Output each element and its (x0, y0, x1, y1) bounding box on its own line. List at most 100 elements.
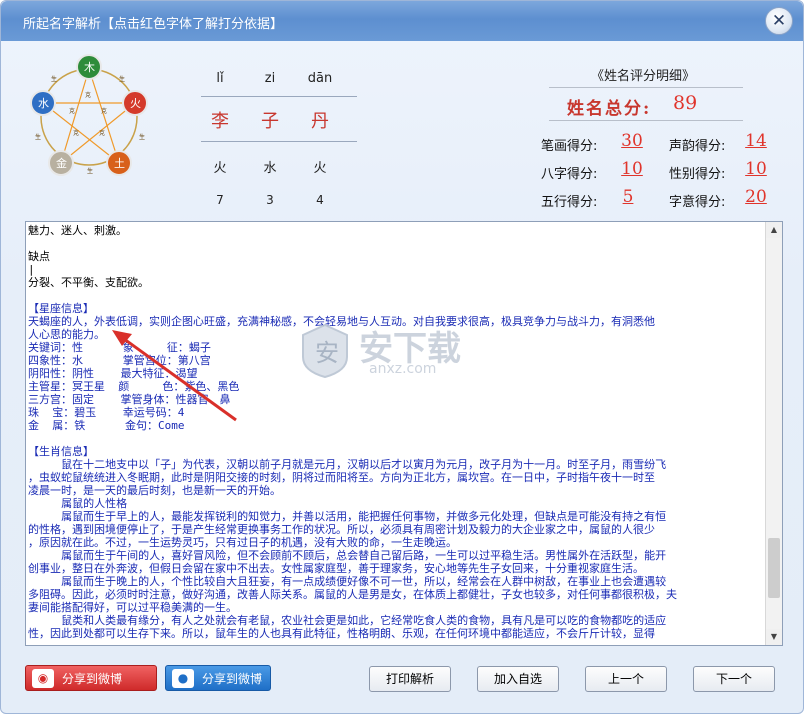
stroke-1: 7 (216, 193, 224, 207)
analysis-line: 三方宫：固定 掌管身体：性器官、鼻 (28, 393, 231, 406)
bazi-score-value[interactable]: 10 (617, 159, 647, 179)
name-char-3[interactable]: 丹 (295, 107, 345, 133)
pinyin-1: lǐ (216, 71, 224, 86)
analysis-line: 属鼠而生于晚上的人，个性比较自大且狂妄，有一点成绩便好像不可一世，所以，经常会在… (28, 575, 667, 588)
analysis-line: 创事业，整日在外奔波，但假日会留在家中不出去。女性属家庭型，善于理家务，安心地等… (28, 562, 644, 575)
next-button[interactable]: 下一个 (693, 666, 775, 692)
svg-text:生: 生 (139, 133, 145, 141)
analysis-line: 【生肖信息】 (28, 445, 94, 458)
analysis-line: 属鼠的人性格 (28, 497, 128, 510)
analysis-line: ，虫蚁蛇鼠统统进入冬眠期，此时是阴阳交接的时刻，阴将过而阳将至。方向为正北方，属… (28, 471, 655, 484)
name-divider-top (201, 96, 357, 97)
name-divider-bottom (201, 141, 357, 142)
analysis-line: 主管星：冥王星 颜 色：紫色、黑色 (28, 380, 240, 393)
analysis-line: 属鼠而生于早上的人，最能发挥锐利的知觉力，并善以活用，能把握任何事物，并做多元化… (28, 510, 667, 523)
svg-text:安: 安 (315, 339, 339, 367)
element-2: 水 (263, 161, 277, 176)
metal-node: 金 (48, 150, 74, 176)
analysis-text: 魅力、迷人、刺激。 缺点 | 分裂、不平衡、支配欲。 【星座信息】 天蝎座的人，外表低… (26, 222, 766, 645)
scroll-down-icon[interactable]: ▼ (766, 629, 782, 645)
svg-text:生: 生 (87, 167, 93, 175)
meaning-score-label: 字意得分: (669, 195, 726, 210)
svg-text:克: 克 (73, 129, 79, 137)
watermark-logo: 安 安下载 anxz.com (295, 319, 525, 379)
analysis-line: 属鼠而生于午间的人，喜好冒风险，但不会顾前不顾后，总会替自己留后路，一生可以过平… (28, 549, 667, 562)
analysis-line: 【星座信息】 (28, 302, 94, 315)
close-icon: ✕ (771, 11, 787, 31)
scroll-up-icon[interactable]: ▲ (766, 222, 782, 238)
analysis-line: ，原因就在此。不过，一生运势灵巧，只有过日子的机遇，没有大败的命，一生走晚运。 (28, 536, 457, 549)
wuxing-score-value[interactable]: 5 (613, 187, 643, 207)
element-3: 火 (313, 161, 327, 176)
strokes-row: 7 3 4 (195, 193, 345, 207)
analysis-line: 分裂、不平衡、支配欲。 (28, 276, 149, 289)
svg-text:木: 木 (84, 61, 95, 74)
svg-text:水: 水 (38, 97, 49, 110)
elements-row: 火 水 火 (195, 157, 345, 176)
water-node: 水 (30, 90, 56, 116)
scroll-thumb[interactable] (768, 538, 780, 598)
analysis-line: 缺点 (28, 250, 50, 263)
stroke-3: 4 (316, 193, 324, 207)
svg-text:土: 土 (114, 157, 125, 170)
total-score-label: 姓名总分: (567, 99, 652, 119)
analysis-line: 的性格，遇到困境便停止了，于是产生经常更换事务工作的状况。所以，必须具有周密计划… (28, 523, 655, 536)
gender-score-label: 性别得分: (669, 167, 726, 182)
stroke-2: 3 (266, 193, 274, 207)
pinyin-3: dān (307, 71, 333, 86)
svg-text:克: 克 (85, 91, 91, 99)
weibo-icon: ◉ (32, 669, 54, 688)
analysis-line: 鼠类和人类最有缘分，有人之处就会有老鼠，农业社会更是如此，它经常吃食人类的食物，… (28, 614, 667, 627)
prev-button[interactable]: 上一个 (585, 666, 667, 692)
svg-text:生: 生 (35, 133, 41, 141)
analysis-line: 多阻碍。因此，必须时时注意，做好沟通，改善人际关系。属鼠的人是男是女，在体质上都… (28, 588, 677, 601)
score-detail-title: 《姓名评分明细》 (591, 69, 696, 84)
analysis-line (28, 432, 766, 445)
print-analysis-button[interactable]: 打印解析 (369, 666, 451, 692)
wuxing-score-label: 五行得分: (541, 195, 598, 210)
wuxing-diagram: 克克克 克克 生生生 生生 木 火 土 金 水 (30, 54, 148, 176)
name-char-1[interactable]: 李 (195, 107, 245, 133)
vertical-scrollbar[interactable]: ▲ ▼ (765, 222, 782, 645)
analysis-line: 凌晨一时，是一天的最后时刻，也是新一天的开始。 (28, 484, 281, 497)
analysis-line: 妻间能搭配得好，可以过平稳美满的一生。 (28, 601, 237, 614)
analysis-line: 性，因此到处都可以生存下来。所以，鼠年生的人也具有此特征，性格明朗、乐观，在任何… (28, 627, 655, 640)
total-score-value[interactable]: 89 (673, 92, 697, 114)
svg-text:金: 金 (56, 156, 67, 170)
watermark-subtext: anxz.com (369, 361, 437, 377)
dialog-window: 所起名字解析【点击红色字体了解打分依据】 ✕ 克克克 克克 生生生 生生 木 火 (0, 0, 804, 714)
analysis-line: | (28, 263, 35, 276)
name-char-2[interactable]: 子 (245, 107, 295, 133)
svg-text:生: 生 (119, 75, 125, 83)
close-button[interactable]: ✕ (765, 7, 793, 35)
meaning-score-value[interactable]: 20 (741, 187, 771, 207)
share-weibo-button[interactable]: ◉ 分享到微博 (25, 665, 157, 691)
svg-text:火: 火 (130, 97, 141, 110)
element-1: 火 (213, 161, 227, 176)
pinyin-2: zi (264, 71, 276, 86)
analysis-line (28, 237, 766, 250)
analysis-line: 珠 宝：碧玉 幸运号码：4 (28, 406, 185, 419)
bazi-score-label: 八字得分: (541, 167, 598, 182)
svg-text:克: 克 (69, 107, 75, 115)
earth-node: 土 (106, 150, 132, 176)
qq-icon: ● (172, 669, 194, 688)
title-bar: 所起名字解析【点击红色字体了解打分依据】 ✕ (1, 1, 803, 41)
analysis-line (28, 289, 766, 302)
analysis-line: 魅力、迷人、刺激。 (28, 224, 127, 237)
stroke-score-label: 笔画得分: (541, 139, 598, 154)
svg-text:克: 克 (99, 129, 105, 137)
analysis-textbox[interactable]: 魅力、迷人、刺激。 缺点 | 分裂、不平衡、支配欲。 【星座信息】 天蝎座的人，外表低… (25, 221, 783, 646)
share-qq-button[interactable]: ● 分享到微博 (165, 665, 271, 691)
gender-score-value[interactable]: 10 (741, 159, 771, 179)
rhyme-score-value[interactable]: 14 (741, 131, 771, 151)
window-title: 所起名字解析【点击红色字体了解打分依据】 (23, 17, 284, 32)
analysis-line: 鼠在十二地支中以「子」为代表，汉朝以前子月就是元月，汉朝以后才以寅月为元月，改子… (28, 458, 667, 471)
svg-text:生: 生 (51, 75, 57, 83)
total-score-panel: 姓名总分: 89 (549, 87, 743, 121)
analysis-line: 金 属：铁 金句：Come (28, 419, 185, 432)
fire-node: 火 (122, 90, 148, 116)
rhyme-score-label: 声韵得分: (669, 139, 726, 154)
stroke-score-value[interactable]: 30 (617, 131, 647, 151)
add-favorite-button[interactable]: 加入自选 (477, 666, 559, 692)
